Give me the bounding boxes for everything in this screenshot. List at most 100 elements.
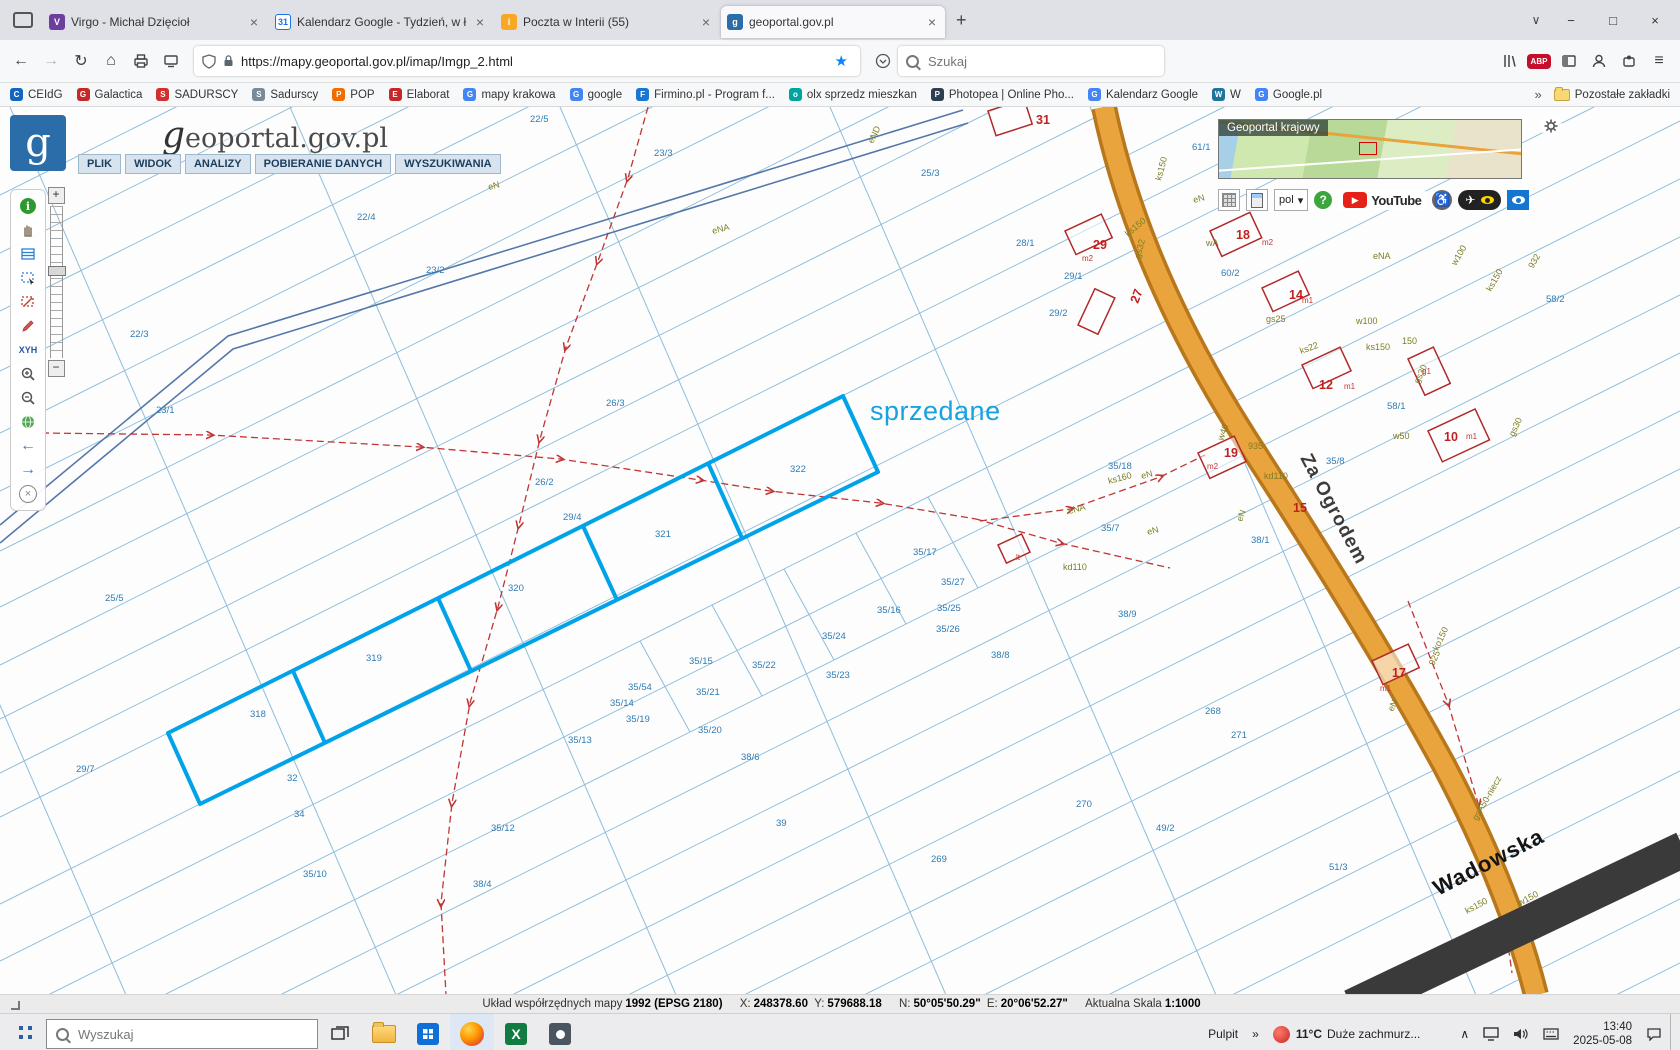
keyboard-tray-icon[interactable] <box>1537 1014 1565 1050</box>
minimize-button[interactable]: − <box>1550 4 1592 36</box>
bookmark-item[interactable]: P POP <box>332 88 375 101</box>
menu-plik[interactable]: PLIK <box>78 154 122 174</box>
url-bar[interactable]: https://mapy.geoportal.gov.pl/imap/Imgp_… <box>194 46 860 76</box>
menu-hamburger-icon[interactable]: ≡ <box>1644 46 1674 76</box>
back-button[interactable]: ← <box>6 46 36 76</box>
tab-close-icon[interactable]: × <box>247 14 261 30</box>
zoom-slider-plus[interactable]: + <box>47 187 65 204</box>
bookmark-item[interactable]: E Elaborat <box>388 88 449 101</box>
attribute-table-button[interactable] <box>15 242 41 266</box>
new-tab-button[interactable]: + <box>946 10 977 31</box>
taskbar-search-box[interactable] <box>46 1019 318 1049</box>
tab-kalendarz[interactable]: 31 Kalendarz Google - Tydzień, w ł × <box>269 6 493 38</box>
bookmark-item[interactable]: S Sadurscy <box>252 88 318 101</box>
display-tray-icon[interactable] <box>1477 1014 1505 1050</box>
firefox-view-button[interactable] <box>8 6 38 34</box>
zoom-slider-minus[interactable]: − <box>47 360 65 377</box>
bookmark-item[interactable]: F Firmino.pl - Program f... <box>636 88 775 101</box>
firefox-button[interactable] <box>450 1014 494 1050</box>
tracking-shield-icon[interactable] <box>202 53 216 69</box>
clear-selection-button[interactable]: × <box>15 482 41 506</box>
bookmark-item[interactable]: Ggoogle <box>569 88 622 101</box>
ms-store-button[interactable] <box>406 1014 450 1050</box>
visibility-button[interactable] <box>1507 190 1530 210</box>
notification-center-button[interactable] <box>1640 1014 1668 1050</box>
bookmark-item[interactable]: G Kalendarz Google <box>1087 88 1198 101</box>
pocket-icon[interactable] <box>868 46 898 76</box>
xyh-button[interactable]: XYH <box>15 338 41 362</box>
bookmark-star-icon[interactable]: ★ <box>831 52 852 70</box>
calculator-button[interactable] <box>1246 189 1268 211</box>
reload-button[interactable]: ↻ <box>66 46 96 76</box>
deselect-button[interactable] <box>15 290 41 314</box>
excel-button[interactable]: X <box>494 1014 538 1050</box>
screenshot-icon[interactable] <box>156 46 186 76</box>
clock[interactable]: 13:40 2025-05-08 <box>1567 1014 1638 1050</box>
bookmark-item[interactable]: P Photopea | Online Pho... <box>930 88 1074 101</box>
zoom-slider-track[interactable] <box>47 206 66 358</box>
print-icon[interactable] <box>126 46 156 76</box>
grid-tool-button[interactable] <box>1218 189 1240 211</box>
zoom-in-button[interactable] <box>15 362 41 386</box>
help-button[interactable]: ? <box>1314 191 1333 209</box>
tab-close-icon[interactable]: × <box>925 14 939 30</box>
settings-gear-button[interactable] <box>1540 115 1562 137</box>
tab-virgo[interactable]: V Virgo - Michał Dzięcioł × <box>43 6 267 38</box>
desktop-toolbar-label[interactable]: Pulpit <box>1202 1014 1244 1050</box>
select-button[interactable] <box>15 266 41 290</box>
zoom-out-button[interactable] <box>15 386 41 410</box>
overview-minimap[interactable]: Geoportal krajowy <box>1218 119 1522 179</box>
menu-analizy[interactable]: ANALIZY <box>184 154 251 174</box>
menu-wyszukiwania[interactable]: WYSZUKIWANIA <box>395 154 501 174</box>
browser-search-input[interactable] <box>926 52 1156 70</box>
next-view-button[interactable]: → <box>15 458 41 482</box>
zoom-slider-thumb[interactable] <box>47 266 66 276</box>
tab-close-icon[interactable]: × <box>699 14 713 30</box>
home-button[interactable]: ⌂ <box>96 46 126 76</box>
tab-close-icon[interactable]: × <box>473 14 487 30</box>
maximize-button[interactable]: □ <box>1592 4 1634 36</box>
forward-button[interactable]: → <box>36 46 66 76</box>
other-bookmarks-folder[interactable]: Pozostałe zakładki <box>1553 86 1670 101</box>
hidden-icons-chevron[interactable]: ∧ <box>1454 1014 1475 1050</box>
previous-view-button[interactable]: ← <box>15 434 41 458</box>
desktop-toolbar-expand-icon[interactable]: » <box>1246 1014 1265 1050</box>
flight-eye-pill[interactable]: ✈ <box>1458 190 1502 210</box>
list-all-tabs-icon[interactable]: ∨ <box>1522 13 1550 27</box>
start-button[interactable] <box>0 1014 46 1050</box>
photos-button[interactable] <box>538 1014 582 1050</box>
weather-widget[interactable]: 11°C Duże zachmurz... <box>1267 1014 1427 1050</box>
menu-pobieranie-danych[interactable]: POBIERANIE DANYCH <box>254 154 392 174</box>
bookmark-item[interactable]: o olx sprzedz mieszkan <box>788 88 917 101</box>
bookmark-item[interactable]: WW <box>1212 88 1241 101</box>
taskbar-search-input[interactable] <box>76 1025 308 1043</box>
bookmark-item[interactable]: C CEIdG <box>10 88 63 101</box>
close-button[interactable]: × <box>1634 4 1676 36</box>
geoportal-logo-icon[interactable]: g <box>10 115 66 171</box>
info-button[interactable]: i <box>15 194 41 218</box>
bookmark-item[interactable]: G Galactica <box>76 88 142 101</box>
full-extent-button[interactable] <box>15 410 41 434</box>
bookmark-item[interactable]: Gmapy krakowa <box>463 88 556 101</box>
expand-corner-button[interactable] <box>9 999 21 1011</box>
adblock-icon[interactable]: ABP <box>1524 46 1554 76</box>
language-select[interactable]: pol ▾ <box>1274 189 1309 211</box>
youtube-button[interactable]: ▶ YouTube <box>1338 190 1427 210</box>
library-icon[interactable] <box>1494 46 1524 76</box>
padlock-icon[interactable] <box>222 54 235 68</box>
bookmarks-overflow-icon[interactable]: » <box>1535 87 1542 102</box>
show-desktop-strip[interactable] <box>1670 1014 1676 1050</box>
file-explorer-button[interactable] <box>362 1014 406 1050</box>
accessibility-button[interactable]: ♿ <box>1432 190 1453 210</box>
tab-poczta[interactable]: i Poczta w Interii (55) × <box>495 6 719 38</box>
map-canvas[interactable]: 22/5 23/3 25/3 61/1 28/1 22/4 23/2 29/1 29/2 22/3… <box>0 107 1680 995</box>
url-text[interactable]: https://mapy.geoportal.gov.pl/imap/Imgp_… <box>241 54 831 69</box>
tab-geoportal[interactable]: g geoportal.gov.pl × <box>721 6 945 38</box>
bookmark-item[interactable]: G Google.pl <box>1254 88 1322 101</box>
measure-button[interactable] <box>15 314 41 338</box>
volume-tray-icon[interactable] <box>1507 1014 1535 1050</box>
menu-widok[interactable]: WIDOK <box>125 154 181 174</box>
task-view-button[interactable] <box>318 1014 362 1050</box>
account-icon[interactable] <box>1584 46 1614 76</box>
pan-button[interactable] <box>15 218 41 242</box>
